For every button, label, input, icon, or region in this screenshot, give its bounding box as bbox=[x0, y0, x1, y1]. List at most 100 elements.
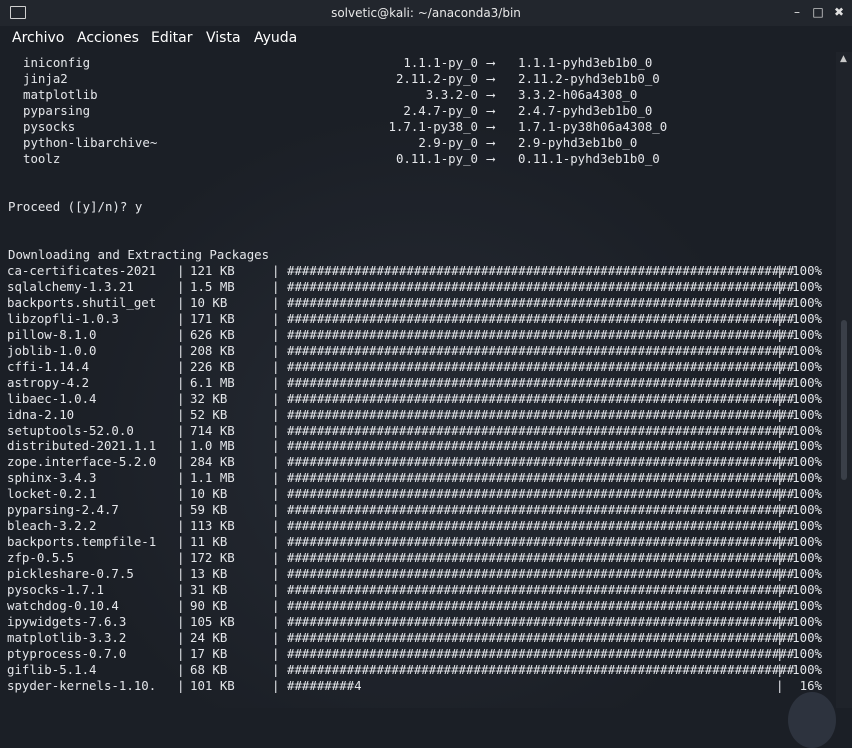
progress-bar: ########################################… bbox=[287, 278, 795, 294]
package-size: 32 KB bbox=[190, 390, 228, 406]
column-separator: | bbox=[272, 326, 280, 342]
package-row: spyder-kernels-1.10. | 101 KB | #########4 | 1… bbox=[0, 678, 836, 694]
column-separator: | bbox=[177, 310, 185, 326]
package-row: libzopfli-1.0.3 | 171 KB | #################… bbox=[0, 311, 836, 327]
progress-bar: ########################################… bbox=[287, 438, 795, 454]
column-separator: | bbox=[776, 566, 784, 582]
column-separator: | bbox=[272, 263, 280, 278]
package-name: giflib-5.1.4 bbox=[7, 661, 97, 677]
package-name: backports.shutil_get bbox=[7, 294, 157, 310]
column-separator: | bbox=[177, 597, 185, 613]
column-separator: | bbox=[272, 661, 280, 677]
progress-bar: ########################################… bbox=[287, 597, 795, 613]
progress-percent: 100% bbox=[792, 342, 822, 358]
package-size: 11 KB bbox=[190, 534, 228, 550]
minimize-button[interactable]: – bbox=[788, 3, 806, 21]
column-separator: | bbox=[177, 677, 185, 693]
column-separator: | bbox=[272, 613, 280, 629]
package-name: watchdog-0.10.4 bbox=[7, 597, 119, 613]
menu-vista[interactable]: Vista bbox=[206, 30, 241, 46]
package-size: 10 KB bbox=[190, 294, 228, 310]
progress-percent: 100% bbox=[792, 438, 822, 454]
column-separator: | bbox=[272, 278, 280, 294]
downloading-header: Downloading and Extracting Packages bbox=[8, 247, 270, 262]
column-separator: | bbox=[177, 263, 185, 278]
package-name: bleach-3.2.2 bbox=[7, 518, 97, 534]
progress-percent: 100% bbox=[792, 326, 822, 342]
package-row: astropy-4.2 | 6.1 MB | #####################… bbox=[0, 375, 836, 391]
package-size: 172 KB bbox=[190, 550, 235, 566]
package-row: locket-0.2.1 | 10 KB | #####################… bbox=[0, 486, 836, 502]
package-row: pysocks-1.7.1 | 31 KB | ####################… bbox=[0, 582, 836, 598]
progress-percent: 100% bbox=[792, 358, 822, 374]
progress-percent: 100% bbox=[792, 629, 822, 645]
column-separator: | bbox=[177, 661, 185, 677]
package-row: libaec-1.0.4 | 32 KB | #####################… bbox=[0, 391, 836, 407]
old-version: 3.3.2-0 bbox=[425, 87, 478, 102]
package-size: 113 KB bbox=[190, 518, 235, 534]
menu-acciones[interactable]: Acciones bbox=[77, 30, 139, 46]
column-separator: | bbox=[272, 454, 280, 470]
column-separator: | bbox=[272, 518, 280, 534]
package-name: backports.tempfile-1 bbox=[7, 534, 157, 550]
menu-editar[interactable]: Editar bbox=[151, 30, 192, 46]
close-button[interactable]: ✖ bbox=[830, 3, 848, 21]
progress-percent: 100% bbox=[792, 645, 822, 661]
progress-bar: ########################################… bbox=[287, 326, 795, 342]
column-separator: | bbox=[776, 597, 784, 613]
package-name: sqlalchemy-1.3.21 bbox=[7, 278, 134, 294]
progress-percent: 100% bbox=[792, 518, 822, 534]
proceed-prompt: Proceed ([y]/n)? y bbox=[8, 199, 143, 214]
column-separator: | bbox=[177, 358, 185, 374]
progress-percent: 100% bbox=[792, 454, 822, 470]
column-separator: | bbox=[776, 422, 784, 438]
column-separator: | bbox=[177, 406, 185, 422]
scroll-up-arrow-icon[interactable]: ▲ bbox=[840, 54, 847, 64]
package-row: backports.tempfile-1 | 11 KB | #############… bbox=[0, 534, 836, 550]
package-name: pickleshare-0.7.5 bbox=[7, 566, 134, 582]
column-separator: | bbox=[272, 597, 280, 613]
package-row: matplotlib-3.3.2 | 24 KB | #################… bbox=[0, 630, 836, 646]
column-separator: | bbox=[272, 502, 280, 518]
arrow-icon: ⟶ bbox=[487, 103, 495, 118]
package-size: 1.0 MB bbox=[190, 438, 235, 454]
scrollbar-thumb[interactable] bbox=[841, 320, 847, 480]
package-row: watchdog-0.10.4 | 90 KB | ##################… bbox=[0, 598, 836, 614]
column-separator: | bbox=[177, 422, 185, 438]
update-row: python-libarchive~ 2.9-py_0 ⟶ 2.9-pyhd3eb1b… bbox=[0, 135, 836, 151]
column-separator: | bbox=[272, 374, 280, 390]
progress-bar: ########################################… bbox=[287, 629, 795, 645]
update-row: toolz 0.11.1-py_0 ⟶ 0.11.1-pyhd3eb1b0_0 bbox=[0, 151, 836, 167]
column-separator: | bbox=[177, 454, 185, 470]
old-version: 0.11.1-py_0 bbox=[395, 151, 478, 166]
package-name: libzopfli-1.0.3 bbox=[7, 310, 119, 326]
new-version: 2.4.7-pyhd3eb1b0_0 bbox=[518, 103, 653, 118]
column-separator: | bbox=[177, 534, 185, 550]
column-separator: | bbox=[177, 326, 185, 342]
progress-bar: ########################################… bbox=[287, 486, 795, 502]
package-row: setuptools-52.0.0 | 714 KB | ###############… bbox=[0, 423, 836, 439]
scrollbar[interactable]: ▲ bbox=[836, 52, 852, 708]
column-separator: | bbox=[776, 486, 784, 502]
old-version: 2.11.2-py_0 bbox=[395, 71, 478, 86]
menu-archivo[interactable]: Archivo bbox=[12, 30, 64, 46]
maximize-button[interactable]: □ bbox=[809, 3, 827, 21]
package-row: distributed-2021.1.1 | 1.0 MB | ############… bbox=[0, 438, 836, 454]
package-name: joblib-1.0.0 bbox=[7, 342, 97, 358]
menu-ayuda[interactable]: Ayuda bbox=[254, 30, 297, 46]
progress-bar: ########################################… bbox=[287, 422, 795, 438]
package-name: toolz bbox=[23, 151, 61, 166]
terminal-output[interactable]: iniconfig 1.1.1-py_0 ⟶ 1.1.1-pyhd3eb1b0_0 ji… bbox=[0, 52, 836, 748]
package-name: ca-certificates-2021 bbox=[7, 263, 157, 278]
package-size: 226 KB bbox=[190, 358, 235, 374]
package-size: 10 KB bbox=[190, 486, 228, 502]
package-name: python-libarchive~ bbox=[23, 135, 158, 150]
arrow-icon: ⟶ bbox=[487, 87, 495, 102]
column-separator: | bbox=[776, 326, 784, 342]
column-separator: | bbox=[272, 310, 280, 326]
package-name: setuptools-52.0.0 bbox=[7, 422, 134, 438]
progress-percent: 100% bbox=[792, 534, 822, 550]
column-separator: | bbox=[177, 566, 185, 582]
column-separator: | bbox=[177, 294, 185, 310]
package-row: cffi-1.14.4 | 226 KB | #####################… bbox=[0, 359, 836, 375]
